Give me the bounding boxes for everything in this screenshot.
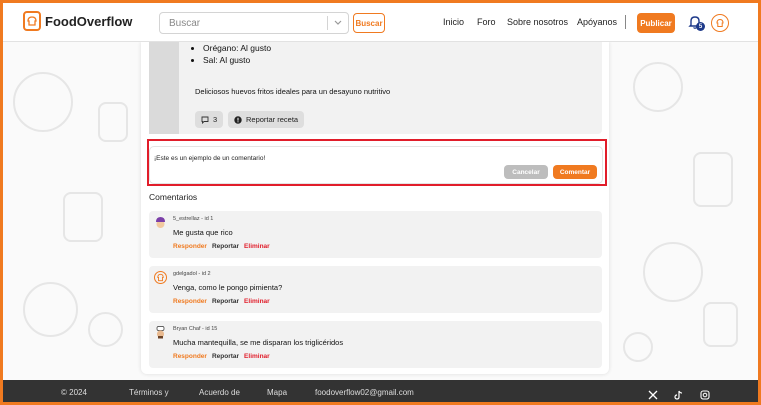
recipe-image <box>149 42 179 134</box>
comment-text: Me gusta que rico <box>173 228 233 237</box>
comments-count-button[interactable]: 3 <box>195 111 224 128</box>
delete-link[interactable]: Eliminar <box>244 243 270 250</box>
nav-divider <box>625 15 626 29</box>
notification-badge: 5 <box>696 22 705 31</box>
chef-logo-icon <box>154 271 167 284</box>
chevron-down-icon[interactable] <box>328 19 348 28</box>
nav-link-sobre-nosotros[interactable]: Sobre nosotros <box>507 17 568 27</box>
notifications-button[interactable]: 5 <box>687 14 705 32</box>
footer: © 2024 Términos y Acuerdo de Mapa foodov… <box>3 380 758 402</box>
alert-icon <box>234 115 242 124</box>
recipe-post: Orégano: Al gusto Sal: Al gusto Delicios… <box>149 42 602 134</box>
comment-meta: gdelgadol - id 2 <box>173 271 211 277</box>
chef-hat-icon <box>716 18 724 27</box>
delete-link[interactable]: Eliminar <box>244 353 270 360</box>
comment-meta: 5_estrellaz - id 1 <box>173 216 214 222</box>
brand-logo[interactable]: FoodOverflow <box>23 11 132 31</box>
brand-name: FoodOverflow <box>45 13 133 29</box>
comments-count: 3 <box>213 115 218 124</box>
chef-face-icon <box>154 326 167 339</box>
search-box <box>159 12 349 34</box>
search-input[interactable] <box>160 13 328 33</box>
chef-hat-purple-icon <box>154 216 167 229</box>
instagram-icon[interactable] <box>699 389 710 400</box>
footer-copyright: © 2024 <box>61 388 87 397</box>
comment-text: Venga, como le pongo pimienta? <box>173 283 283 292</box>
ingredient-item: Sal: Al gusto <box>203 54 271 66</box>
report-recipe-button[interactable]: Reportar receta <box>228 111 305 128</box>
comment-actions: Responder Reportar Eliminar <box>173 243 270 250</box>
footer-email-link[interactable]: foodoverflow02@gmail.com <box>315 388 414 397</box>
comment-actions: Responder Reportar Eliminar <box>173 353 270 360</box>
recipe-card: Orégano: Al gusto Sal: Al gusto Delicios… <box>141 42 609 374</box>
nav-link-apoyanos[interactable]: Apóyanos <box>577 17 617 27</box>
report-recipe-label: Reportar receta <box>246 115 299 124</box>
comment-meta: Bryan Chaf - id 15 <box>173 326 218 332</box>
nav-link-inicio[interactable]: Inicio <box>443 17 464 27</box>
comment-item: 5_estrellaz - id 1 Me gusta que rico Res… <box>149 211 602 258</box>
footer-agreement-link[interactable]: Acuerdo de <box>199 388 240 397</box>
nav-link-foro[interactable]: Foro <box>477 17 496 27</box>
comment-item: Bryan Chaf - id 15 Mucha mantequilla, se… <box>149 321 602 368</box>
delete-link[interactable]: Eliminar <box>244 298 270 305</box>
comment-item: gdelgadol - id 2 Venga, como le pongo pi… <box>149 266 602 313</box>
comment-icon <box>201 116 209 124</box>
search-button[interactable]: Buscar <box>353 13 385 33</box>
comment-form-highlight <box>147 139 607 186</box>
navbar: FoodOverflow Buscar Inicio Foro Sobre no… <box>3 3 758 42</box>
comment-actions: Responder Reportar Eliminar <box>173 298 270 305</box>
reply-link[interactable]: Responder <box>173 243 207 250</box>
user-avatar[interactable] <box>711 14 729 32</box>
recipe-description: Deliciosos huevos fritos ideales para un… <box>195 87 391 96</box>
reply-link[interactable]: Responder <box>173 353 207 360</box>
tiktok-icon[interactable] <box>673 389 684 400</box>
footer-terms-link[interactable]: Términos y <box>129 388 169 397</box>
chef-hat-icon <box>23 11 41 31</box>
report-link[interactable]: Reportar <box>212 243 239 250</box>
ingredient-item: Orégano: Al gusto <box>203 42 271 54</box>
footer-map-link[interactable]: Mapa <box>267 388 287 397</box>
publish-button[interactable]: Publicar <box>637 13 675 33</box>
ingredients-list: Orégano: Al gusto Sal: Al gusto <box>203 42 271 66</box>
comment-text: Mucha mantequilla, se me disparan los tr… <box>173 338 344 347</box>
reply-link[interactable]: Responder <box>173 298 207 305</box>
report-link[interactable]: Reportar <box>212 298 239 305</box>
report-link[interactable]: Reportar <box>212 353 239 360</box>
x-twitter-icon[interactable] <box>647 389 658 400</box>
comments-heading: Comentarios <box>149 192 198 202</box>
